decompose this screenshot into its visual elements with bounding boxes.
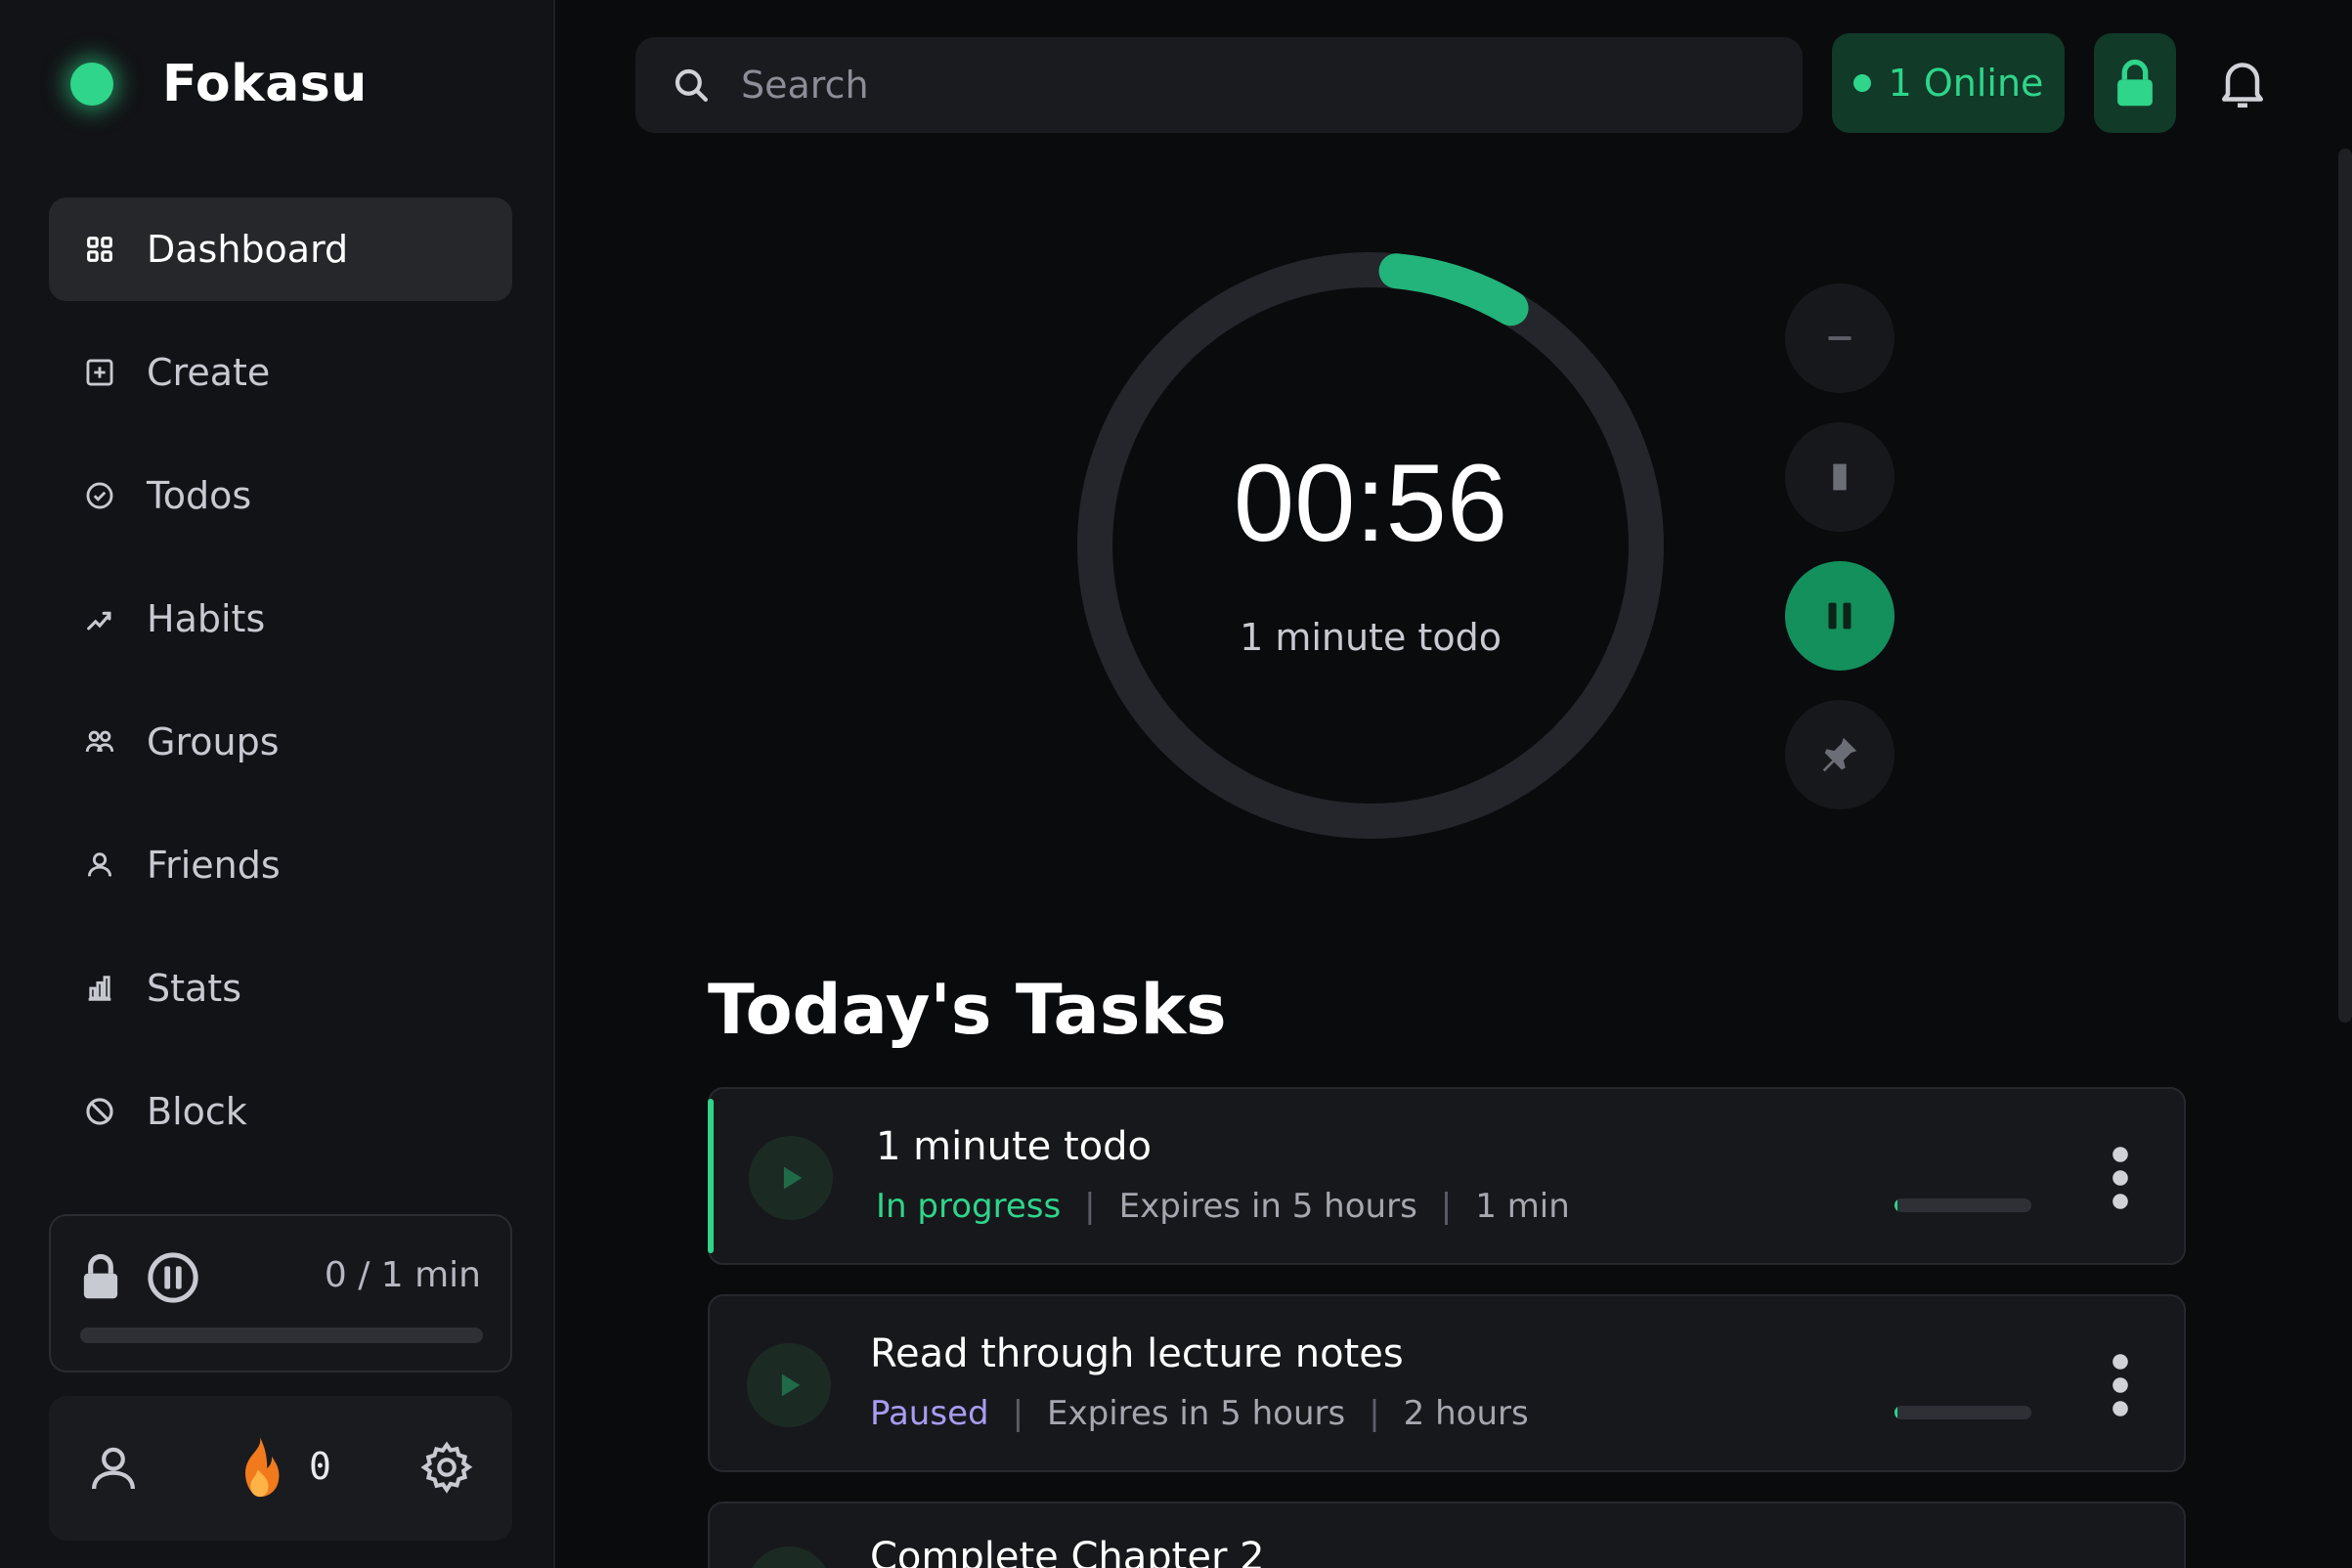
- lock-button[interactable]: [2094, 33, 2176, 133]
- focus-timer: 00:56 1 minute todo: [1075, 250, 1666, 841]
- scrollbar[interactable]: [2338, 149, 2352, 1023]
- task-status: In progress: [876, 1187, 1062, 1226]
- task-duration: 1 min: [1475, 1187, 1570, 1226]
- search-icon: [675, 68, 708, 102]
- sidebar-item-label: Groups: [147, 720, 280, 763]
- decrease-time-button[interactable]: [1785, 283, 1895, 393]
- search-input[interactable]: [741, 64, 1719, 107]
- sidebar-item-label: Friends: [147, 844, 281, 887]
- more-vertical-icon[interactable]: [2106, 1353, 2135, 1417]
- play-button[interactable]: [747, 1343, 831, 1427]
- sidebar-item-dashboard[interactable]: Dashboard: [49, 197, 512, 301]
- pin-icon: [1822, 737, 1857, 772]
- focus-progress-card: 0 / 1 min: [49, 1214, 512, 1372]
- search-bar[interactable]: [635, 37, 1803, 133]
- bar-chart-icon: [82, 971, 117, 1006]
- sidebar-item-label: Stats: [147, 967, 242, 1010]
- play-icon: [781, 1373, 801, 1397]
- task-progress-bar: [1895, 1198, 2031, 1212]
- brand[interactable]: Fokasu: [70, 55, 368, 113]
- task-progress-fill: [1895, 1406, 1897, 1419]
- sidebar-footer: 0: [49, 1396, 512, 1541]
- logo-dot-icon: [70, 63, 113, 106]
- fire-icon[interactable]: [231, 1435, 289, 1502]
- separator: |: [1012, 1394, 1024, 1433]
- gear-icon[interactable]: [418, 1439, 475, 1496]
- online-status-button[interactable]: 1 Online: [1832, 33, 2065, 133]
- task-card[interactable]: 1 minute todo In progress | Expires in 5…: [708, 1087, 2186, 1265]
- profile-icon[interactable]: [86, 1441, 141, 1496]
- sidebar-item-stats[interactable]: Stats: [49, 936, 512, 1040]
- sidebar: Fokasu Dashboard Create Todos Habits Gro…: [0, 0, 555, 1568]
- pin-button[interactable]: [1785, 700, 1895, 809]
- stop-button[interactable]: [1785, 422, 1895, 532]
- sidebar-item-groups[interactable]: Groups: [49, 690, 512, 794]
- separator: |: [1084, 1187, 1096, 1226]
- block-icon: [82, 1094, 117, 1129]
- play-button[interactable]: [749, 1136, 833, 1220]
- play-icon: [783, 1166, 803, 1190]
- task-card[interactable]: Read through lecture notes Paused | Expi…: [708, 1294, 2186, 1472]
- task-title: Read through lecture notes: [870, 1331, 1404, 1376]
- sidebar-item-habits[interactable]: Habits: [49, 567, 512, 671]
- sidebar-item-todos[interactable]: Todos: [49, 444, 512, 547]
- section-title: Today's Tasks: [708, 970, 1227, 1050]
- task-progress-bar: [1895, 1406, 2031, 1419]
- timer-task-label: 1 minute todo: [1240, 616, 1502, 659]
- task-progress-fill: [1895, 1198, 1897, 1212]
- app-name: Fokasu: [162, 55, 368, 113]
- minus-icon: [1828, 336, 1851, 340]
- play-button[interactable]: [747, 1546, 831, 1568]
- task-meta: Paused | Expires in 5 hours | 2 hours: [870, 1394, 1529, 1433]
- sidebar-item-label: Block: [147, 1090, 247, 1133]
- more-vertical-icon[interactable]: [2106, 1146, 2135, 1210]
- task-meta: In progress | Expires in 5 hours | 1 min: [876, 1187, 1570, 1226]
- sidebar-item-label: Dashboard: [147, 228, 349, 271]
- trend-icon: [82, 601, 117, 636]
- focus-progress-bar: [80, 1328, 483, 1343]
- group-icon: [82, 724, 117, 760]
- bell-icon[interactable]: [2213, 53, 2272, 111]
- sidebar-nav: Dashboard Create Todos Habits Groups Fri…: [49, 197, 512, 1183]
- timer-time: 00:56: [1233, 442, 1508, 564]
- task-card[interactable]: Complete Chapter 2: [708, 1502, 2186, 1568]
- focus-progress-text: 0 / 1 min: [324, 1255, 481, 1295]
- online-dot-icon: [1852, 74, 1871, 92]
- sidebar-item-block[interactable]: Block: [49, 1060, 512, 1163]
- task-expires: Expires in 5 hours: [1118, 1187, 1417, 1226]
- task-duration: 2 hours: [1403, 1394, 1529, 1433]
- lock-icon: [2117, 59, 2153, 107]
- lock-icon[interactable]: [80, 1253, 121, 1300]
- sidebar-item-create[interactable]: Create: [49, 321, 512, 424]
- grid-icon: [82, 232, 117, 267]
- pause-icon: [1828, 602, 1851, 630]
- online-label: 1 Online: [1888, 62, 2044, 105]
- task-expires: Expires in 5 hours: [1047, 1394, 1346, 1433]
- separator: |: [1369, 1394, 1380, 1433]
- sidebar-item-friends[interactable]: Friends: [49, 813, 512, 917]
- pause-button[interactable]: [1785, 561, 1895, 671]
- task-title: 1 minute todo: [876, 1124, 1152, 1169]
- streak-count: 0: [309, 1445, 331, 1488]
- stop-icon: [1833, 463, 1847, 491]
- check-circle-icon: [82, 478, 117, 513]
- sidebar-item-label: Todos: [147, 474, 252, 517]
- separator: |: [1440, 1187, 1453, 1226]
- task-status: Paused: [870, 1394, 989, 1433]
- task-title: Complete Chapter 2: [870, 1535, 1265, 1568]
- sidebar-item-label: Create: [147, 351, 271, 394]
- sidebar-item-label: Habits: [147, 597, 266, 640]
- user-icon: [82, 848, 117, 883]
- pause-circle-icon[interactable]: [147, 1251, 199, 1304]
- plus-square-icon: [82, 355, 117, 390]
